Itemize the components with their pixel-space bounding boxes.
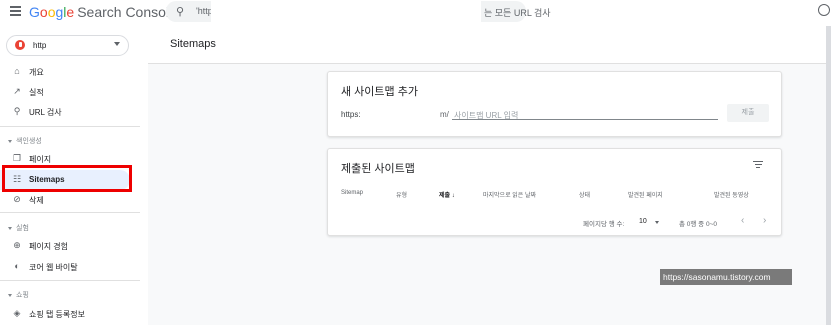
section-experience[interactable]: 실험 (8, 223, 29, 233)
gauge-icon: ◐ (14, 261, 20, 271)
pagination-range: 총 0행 중 0~0 (679, 221, 717, 228)
page-header: Sitemaps (148, 26, 831, 64)
divider (0, 280, 140, 281)
sidebar-item-removals[interactable]: ⊘ 삭제 (0, 190, 130, 210)
property-name: http (33, 41, 47, 50)
pages-icon: ❐ (12, 153, 22, 163)
add-sitemap-card: 새 사이트맵 추가 https: m/ 사이트맵 URL 입력 제출 (327, 71, 782, 137)
url-prefix: https: (341, 110, 361, 119)
app-name-suffix: Search Console (77, 4, 177, 20)
property-warning-icon (15, 40, 25, 50)
sidebar-item-shopping-tab[interactable]: ◈ 쇼핑 탭 등록정보 (0, 304, 130, 324)
column-header-submitted[interactable]: 제출 ↓ (439, 190, 455, 199)
removal-icon: ⊘ (13, 194, 21, 204)
sidebar-item-overview[interactable]: ⌂ 개요 (0, 62, 130, 82)
column-header-discovered-videos[interactable]: 발견된 동영상 (714, 190, 749, 199)
sidebar-item-performance[interactable]: ↗ 실적 (0, 82, 130, 102)
tag-icon: ◈ (13, 308, 21, 318)
submit-button[interactable]: 제출 (727, 104, 769, 122)
rows-per-page-label: 페이지당 행 수: (583, 221, 625, 228)
sitemap-url-input[interactable]: 사이트맵 URL 입력 (452, 106, 718, 120)
section-index[interactable]: 색인생성 (8, 136, 42, 146)
watermark: https://sasonamu.tistory.com (660, 269, 792, 285)
menu-icon[interactable] (10, 6, 21, 16)
chevron-left-icon[interactable]: ‹ (741, 215, 744, 226)
submitted-sitemaps-title: 제출된 사이트맵 (341, 163, 415, 175)
chevron-down-icon (114, 42, 120, 46)
rows-per-page-select[interactable]: 10 (639, 218, 647, 225)
filter-icon[interactable] (753, 161, 763, 169)
app-logo[interactable]: Google Search Console (29, 4, 177, 20)
search-placeholder: 는 모든 URL 검사 (484, 8, 551, 18)
plus-circle-icon: ⊕ (13, 240, 21, 250)
sidebar-item-url-inspection[interactable]: ⚲ URL 검사 (0, 102, 130, 122)
chevron-down-icon (8, 226, 12, 230)
redacted-area (211, 1, 481, 22)
chevron-down-icon (8, 293, 12, 297)
page-title: Sitemaps (170, 38, 216, 50)
divider (0, 126, 140, 127)
add-sitemap-title: 새 사이트맵 추가 (341, 86, 418, 98)
divider (0, 212, 140, 213)
url-inspect-search[interactable]: ⚲ 'http 는 모든 URL 검사 (166, 1, 551, 22)
column-header-type[interactable]: 유형 (396, 190, 407, 199)
chevron-down-icon[interactable] (655, 221, 659, 224)
help-icon[interactable] (818, 4, 830, 16)
chevron-down-icon (8, 139, 12, 143)
trending-icon: ↗ (13, 86, 21, 96)
section-shopping[interactable]: 쇼핑 (8, 290, 29, 300)
top-bar: Google Search Console ⚲ 'http 는 모든 URL 검사 (0, 0, 831, 26)
sidebar-item-page-experience[interactable]: ⊕ 페이지 경험 (0, 236, 130, 256)
chevron-right-icon[interactable]: › (763, 215, 766, 226)
url-domain-suffix: m/ (440, 110, 449, 119)
search-icon: ⚲ (13, 106, 21, 116)
column-header-discovered-pages[interactable]: 발견된 페이지 (628, 190, 663, 199)
highlight-annotation (2, 165, 132, 192)
column-header-status[interactable]: 상태 (579, 190, 590, 199)
search-icon: ⚲ (176, 6, 185, 18)
property-selector[interactable]: http (6, 35, 129, 56)
column-header-last-read[interactable]: 마지막으로 읽은 날짜 (483, 190, 536, 199)
scrollbar[interactable] (826, 26, 831, 325)
column-header-sitemap[interactable]: Sitemap (341, 190, 363, 196)
arrow-down-icon: ↓ (451, 193, 455, 199)
sidebar-item-core-web-vitals[interactable]: ◐ 코어 웹 바이탈 (0, 257, 130, 277)
redacted-area (53, 39, 111, 52)
home-icon: ⌂ (14, 66, 20, 76)
submitted-sitemaps-card: 제출된 사이트맵 Sitemap 유형 제출 ↓ 마지막으로 읽은 날짜 상태 … (327, 148, 782, 236)
